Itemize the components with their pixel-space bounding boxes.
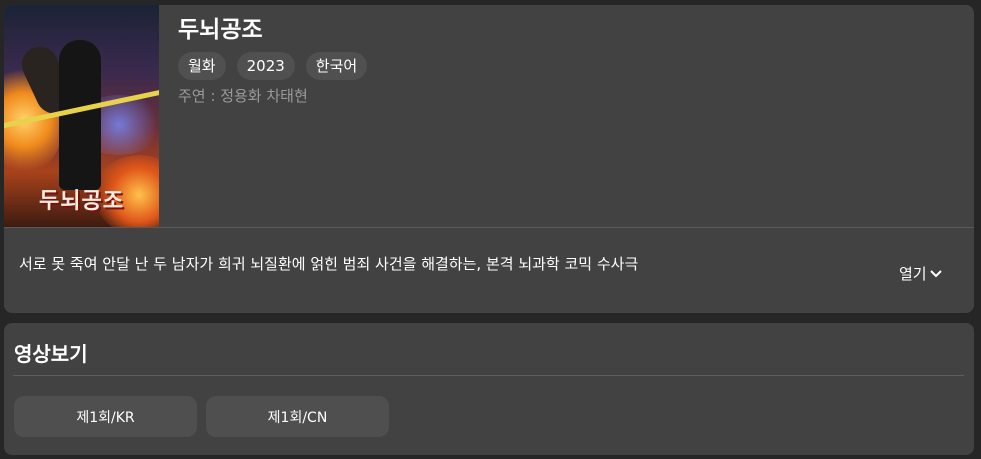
show-info-card: 두뇌공조 두뇌공조 월화 2023 한국어 주연 : 정용화 차태현 서로 못 … [4,5,974,313]
tag-language: 한국어 [305,52,368,80]
episode-button-cn[interactable]: 제1회/CN [206,396,389,437]
poster-logo: 두뇌공조 [39,189,124,214]
video-section-title: 영상보기 [14,342,88,366]
poster-image: 두뇌공조 [4,5,159,227]
show-title: 두뇌공조 [178,17,263,43]
tag-year: 2023 [236,52,295,80]
cast-names: 정용화 차태현 [220,87,308,105]
episode-button-kr[interactable]: 제1회/KR [14,396,197,437]
expand-button[interactable]: 열기 [899,263,942,284]
chevron-down-icon [929,269,942,277]
expand-label: 열기 [899,265,927,283]
cast-label: 주연 : [178,87,221,105]
divider [13,375,964,376]
tag-airday: 월화 [178,52,226,80]
divider [4,227,974,228]
show-description: 서로 못 죽여 안달 난 두 남자가 희귀 뇌질환에 얽힌 범죄 사건을 해결하… [19,255,639,273]
video-section: 영상보기 제1회/KR 제1회/CN [4,323,974,455]
cast-line: 주연 : 정용화 차태현 [178,85,308,106]
tag-list: 월화 2023 한국어 [178,52,368,80]
